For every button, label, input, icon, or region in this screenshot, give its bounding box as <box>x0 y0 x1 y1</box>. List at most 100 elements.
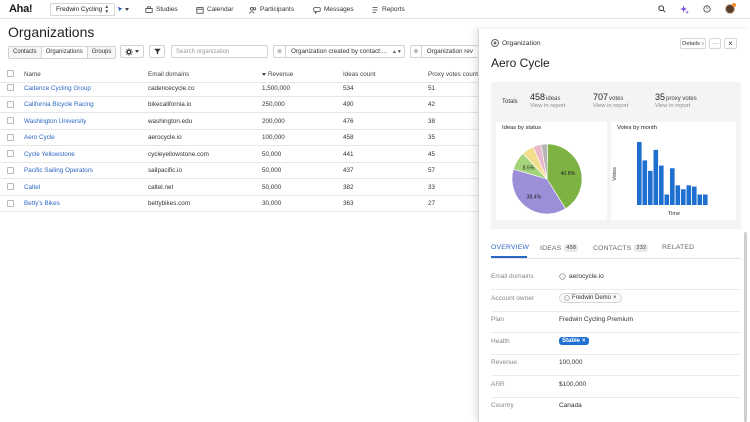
settings-menu-button[interactable] <box>120 45 144 58</box>
workspace-selector[interactable]: Fredwin Cycling ▲ ▼ <box>50 3 116 16</box>
table-row[interactable]: Aero Cycle aerocycle.io 100,000 458 35 <box>0 130 480 146</box>
row-checkbox[interactable] <box>7 84 14 91</box>
nav-messages[interactable]: Messages <box>313 4 354 15</box>
table-row[interactable]: Pacific Sailing Operators sailpacific.io 5… <box>0 163 480 179</box>
org-name-link[interactable]: Cadence Cycling Group <box>24 80 91 96</box>
remove-filter-icon[interactable]: ⊗ <box>274 46 286 57</box>
tab-ideas[interactable]: IDEAS 458 <box>540 244 579 252</box>
view-votes-report-link[interactable]: View in report <box>593 103 628 109</box>
pointer-menu-icon[interactable] <box>117 4 129 15</box>
segment-organizations[interactable]: Organizations <box>41 46 88 58</box>
filter-organization-revenue[interactable]: ⊗ Organization rev <box>410 45 478 58</box>
arr-value[interactable]: $100,000 <box>559 381 586 388</box>
field-plan: Plan Fredwin Cycling Premium <box>491 311 741 333</box>
select-all-checkbox[interactable] <box>7 70 14 77</box>
vote-bar[interactable] <box>670 168 675 205</box>
account-owner-pill[interactable]: Fredwin Demo × <box>559 293 622 303</box>
row-checkbox[interactable] <box>7 150 14 157</box>
field-revenue: Revenue 100,000 <box>491 354 741 376</box>
vote-bar[interactable] <box>703 194 708 206</box>
vote-bar[interactable] <box>642 160 648 205</box>
org-name-link[interactable]: Betty's Bikes <box>24 196 60 212</box>
row-checkbox[interactable] <box>7 166 14 174</box>
tab-related[interactable]: RELATED <box>662 244 694 251</box>
vote-bar[interactable] <box>648 170 653 205</box>
vote-bar[interactable] <box>637 142 642 205</box>
participants-icon <box>249 6 257 13</box>
view-proxy-report-link[interactable]: View in report <box>655 103 697 109</box>
segment-groups[interactable]: Groups <box>87 46 116 58</box>
app-logo[interactable]: Aha! <box>9 3 33 15</box>
table-row[interactable]: Cadence Cycling Group cadencecycle.co 1,50… <box>0 80 480 97</box>
row-checkbox[interactable] <box>7 100 14 108</box>
table-row[interactable]: Cycle Yellowstone cycleyellowstone.com 50,… <box>0 146 480 163</box>
row-checkbox[interactable] <box>7 199 14 207</box>
svg-text:?: ? <box>561 275 563 279</box>
org-name-link[interactable]: Pacific Sailing Operators <box>24 163 93 179</box>
vote-bar[interactable] <box>675 185 681 205</box>
country-value[interactable]: Canada <box>559 402 582 409</box>
details-button[interactable]: Details › <box>680 38 706 49</box>
vote-bar[interactable] <box>697 194 703 206</box>
org-name-link[interactable]: Washington University <box>24 113 86 129</box>
panel-kind-label: Organization <box>502 39 541 47</box>
segment-toolbar: Contacts Organizations Groups <box>8 45 117 59</box>
health-badge[interactable]: Stable × <box>559 337 589 345</box>
help-icon[interactable]: ? <box>702 4 712 14</box>
proxy-votes-cell: 27 <box>428 200 436 207</box>
pie-slice-label: 40.8% <box>561 171 576 177</box>
tab-contacts[interactable]: CONTACTS 232 <box>593 244 649 252</box>
plan-value[interactable]: Fredwin Cycling Premium <box>559 316 633 323</box>
search-organization-input[interactable]: Search organization <box>171 45 268 58</box>
field-value[interactable]: ? aerocycle.io <box>559 273 604 280</box>
gear-icon <box>125 47 133 56</box>
vote-bar[interactable] <box>653 149 659 205</box>
search-icon[interactable] <box>657 4 667 14</box>
row-checkbox[interactable] <box>7 117 14 124</box>
nav-messages-label: Messages <box>324 6 354 13</box>
vote-bar[interactable] <box>681 189 686 205</box>
table-row[interactable]: Caltel caltel.net 50,000 382 33 <box>0 179 480 196</box>
vote-bar[interactable] <box>664 194 670 206</box>
org-name-link[interactable]: California Bicycle Racing <box>24 97 94 113</box>
revenue-cell: 30,000 <box>262 200 282 207</box>
nav-studies[interactable]: Studies <box>145 4 178 15</box>
account-owner-name: Fredwin Demo <box>572 295 612 301</box>
svg-text:?: ? <box>706 7 709 13</box>
remove-filter-icon[interactable]: ⊗ <box>411 46 422 57</box>
revenue-value[interactable]: 100,000 <box>559 359 583 366</box>
panel-scrollbar[interactable] <box>744 232 747 422</box>
close-panel-button[interactable]: × <box>724 38 737 49</box>
nav-reports[interactable]: Reports <box>371 4 405 15</box>
field-value[interactable]: Fredwin Demo × <box>559 293 622 303</box>
nav-calendar-label: Calendar <box>207 6 234 13</box>
segment-contacts[interactable]: Contacts <box>9 46 42 58</box>
column-header-revenue-label: Revenue <box>268 70 294 78</box>
view-ideas-report-link[interactable]: View in report <box>530 103 565 109</box>
remove-owner-icon[interactable]: × <box>613 295 617 301</box>
field-label: Health <box>491 338 510 345</box>
tab-overview[interactable]: OVERVIEW <box>491 244 529 251</box>
vote-bar[interactable] <box>686 185 692 205</box>
row-checkbox[interactable] <box>7 133 14 141</box>
table-row[interactable]: Betty's Bikes bettybikes.com 30,000 363 27 <box>0 196 480 212</box>
nav-calendar[interactable]: Calendar <box>196 4 233 15</box>
org-name-link[interactable]: Cycle Yellowstone <box>24 146 75 162</box>
user-avatar[interactable] <box>725 3 736 14</box>
table-row[interactable]: California Bicycle Racing bikecalifornia.… <box>0 97 480 113</box>
vote-bar[interactable] <box>659 165 664 205</box>
tab-ideas-count: 458 <box>564 244 579 252</box>
nav-participants[interactable]: Participants <box>249 4 294 15</box>
org-name-link[interactable]: Caltel <box>24 179 40 195</box>
remove-health-icon[interactable]: × <box>582 338 586 344</box>
table-row[interactable]: Washington University washington.edu 200,0… <box>0 113 480 130</box>
field-value[interactable]: Stable × <box>559 337 589 345</box>
revenue-cell: 1,500,000 <box>262 84 291 92</box>
org-name-link[interactable]: Aero Cycle <box>24 130 55 146</box>
vote-bar[interactable] <box>692 186 697 205</box>
filter-created-by-contact[interactable]: ⊗ Organization created by contact:... ▲▼ <box>273 45 405 58</box>
ai-sparkle-icon[interactable] <box>679 4 689 14</box>
row-checkbox[interactable] <box>7 183 14 190</box>
filter-button[interactable] <box>149 45 165 58</box>
more-options-button[interactable]: ··· <box>709 38 721 49</box>
